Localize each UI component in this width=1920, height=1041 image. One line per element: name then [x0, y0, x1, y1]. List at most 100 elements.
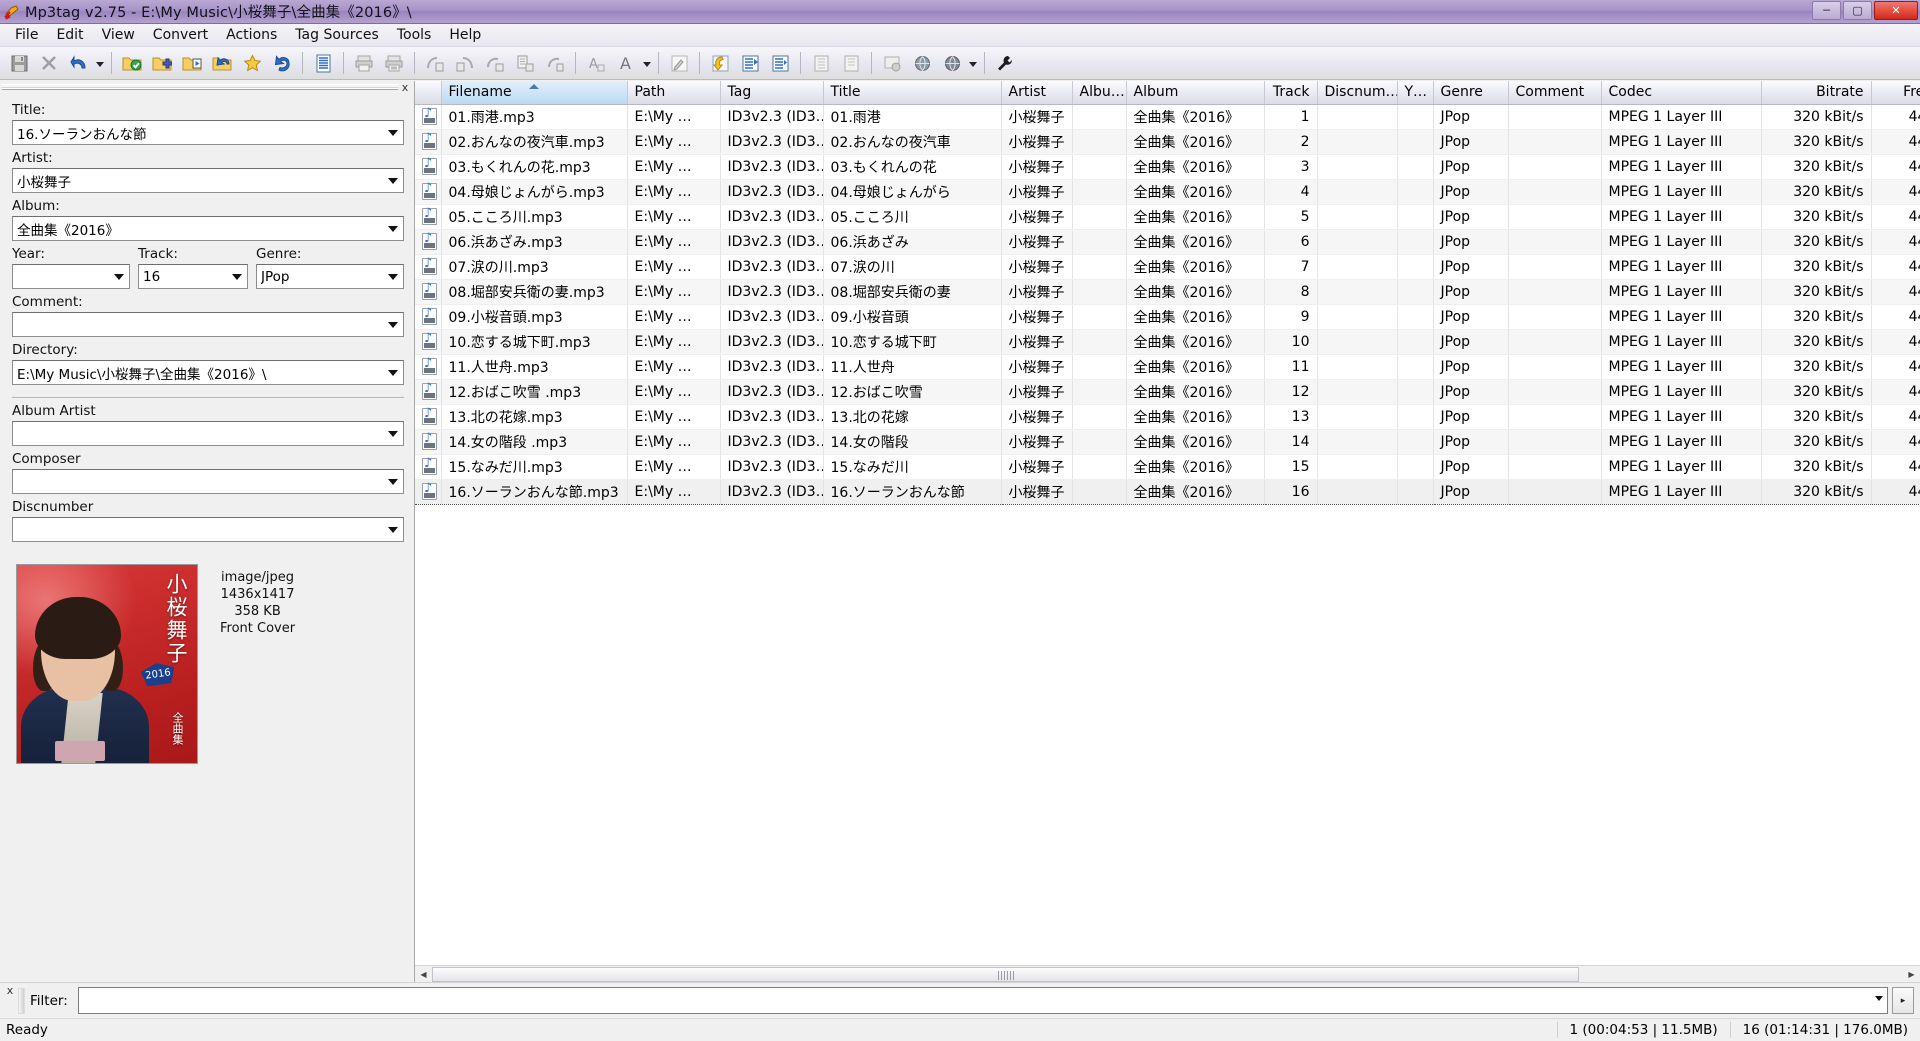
col-genre[interactable]: Genre — [1433, 81, 1509, 105]
composer-dropdown-icon[interactable] — [383, 472, 402, 491]
table-row[interactable]: 08.堀部安兵衛の妻.mp3E:\My …ID3v2.3 (ID3…08.堀部安… — [415, 279, 1920, 305]
filter-grip[interactable] — [18, 987, 25, 1014]
col-path[interactable]: Path — [627, 81, 721, 105]
panel-grip[interactable]: x — [0, 81, 414, 94]
auto-numbering-icon[interactable] — [807, 50, 835, 77]
directory-field[interactable] — [12, 360, 404, 385]
table-row[interactable]: 09.小桜音頭.mp3E:\My …ID3v2.3 (ID3…09.小桜音頭小桜… — [415, 304, 1920, 330]
col-filename[interactable]: Filename — [441, 81, 628, 105]
undo-icon[interactable] — [65, 50, 93, 77]
print-icon[interactable] — [350, 50, 378, 77]
album-artist-field[interactable] — [12, 421, 404, 446]
filter-close-icon[interactable]: x — [2, 984, 18, 997]
comment-dropdown-icon[interactable] — [383, 315, 402, 334]
scrollbar-track[interactable] — [432, 965, 1903, 983]
change-directory-icon[interactable] — [118, 50, 146, 77]
cover-art-image[interactable]: 小桜舞子 2016 全曲集 — [16, 564, 198, 764]
tag-to-tag-icon[interactable] — [541, 50, 569, 77]
menu-tag-sources[interactable]: Tag Sources — [286, 25, 388, 45]
table-row[interactable]: 01.雨港.mp3E:\My …ID3v2.3 (ID3…01.雨港小桜舞子 全曲… — [415, 104, 1920, 130]
horizontal-scrollbar[interactable]: ◀ ▶ — [415, 965, 1920, 983]
col-frequency[interactable]: Frequency — [1871, 81, 1920, 105]
scrollbar-thumb[interactable] — [432, 966, 1580, 982]
comment-field[interactable] — [12, 312, 404, 337]
table-row[interactable]: 15.なみだ川.mp3E:\My …ID3v2.3 (ID3…15.なみだ川小桜… — [415, 454, 1920, 480]
col-track[interactable]: Track — [1264, 81, 1318, 105]
tag-source-caret-icon[interactable] — [967, 50, 979, 77]
maximize-button[interactable]: ▢ — [1843, 1, 1872, 20]
playlist-icon[interactable] — [736, 50, 764, 77]
col-comment[interactable]: Comment — [1508, 81, 1602, 105]
table-row[interactable]: 14.女の階段 .mp3E:\My …ID3v2.3 (ID3…14.女の階段小… — [415, 429, 1920, 455]
table-row[interactable]: 07.涙の川.mp3E:\My …ID3v2.3 (ID3…07.涙の川小桜舞子… — [415, 254, 1920, 280]
table-row[interactable]: 05.こころ川.mp3E:\My …ID3v2.3 (ID3…05.こころ川小桜… — [415, 204, 1920, 230]
col-title[interactable]: Title — [823, 81, 1002, 105]
menu-convert[interactable]: Convert — [144, 25, 217, 45]
remove-tag-icon[interactable] — [35, 50, 63, 77]
quick-actions-icon[interactable] — [706, 50, 734, 77]
playlist-all-icon[interactable] — [766, 50, 794, 77]
title-field[interactable] — [12, 120, 404, 145]
menu-file[interactable]: File — [6, 25, 47, 45]
auto-numbering2-icon[interactable] — [837, 50, 865, 77]
actions-icon[interactable] — [665, 50, 693, 77]
table-row[interactable]: 10.恋する城下町.mp3E:\My …ID3v2.3 (ID3…10.恋する城… — [415, 329, 1920, 355]
menu-tools[interactable]: Tools — [388, 25, 441, 45]
menu-actions[interactable]: Actions — [217, 25, 286, 45]
filter-apply-button[interactable]: ▸ — [1892, 987, 1914, 1014]
col-codec[interactable]: Codec — [1601, 81, 1762, 105]
case-dropdown-icon[interactable] — [641, 50, 653, 77]
discogs-icon[interactable] — [878, 50, 906, 77]
favorites-icon[interactable] — [238, 50, 266, 77]
refresh-directory-icon[interactable] — [208, 50, 236, 77]
freedb-icon[interactable] — [908, 50, 936, 77]
table-row[interactable]: 16.ソーランおんな節.mp3E:\My …ID3v2.3 (ID3…16.ソー… — [415, 478, 1920, 505]
filter-toggle-icon[interactable] — [309, 50, 337, 77]
table-row[interactable]: 03.もくれんの花.mp3E:\My …ID3v2.3 (ID3…03.もくれん… — [415, 154, 1920, 180]
filter-input[interactable] — [77, 987, 1888, 1014]
album-artist-dropdown-icon[interactable] — [383, 424, 402, 443]
album-field[interactable] — [12, 216, 404, 241]
table-row[interactable]: 02.おんなの夜汽車.mp3E:\My …ID3v2.3 (ID3…02.おんな… — [415, 129, 1920, 155]
composer-field[interactable] — [12, 469, 404, 494]
album-dropdown-icon[interactable] — [383, 219, 402, 238]
tag-source-dropdown-icon[interactable] — [938, 50, 966, 77]
col-tag[interactable]: Tag — [720, 81, 824, 105]
filename-to-tag-icon[interactable] — [451, 50, 479, 77]
add-directory-icon[interactable] — [148, 50, 176, 77]
text-file-to-tag-icon[interactable] — [511, 50, 539, 77]
col-artist[interactable]: Artist — [1001, 81, 1073, 105]
case-conversion-icon[interactable]: A — [612, 50, 640, 77]
scroll-right-icon[interactable]: ▶ — [1903, 965, 1920, 983]
col-discnumber[interactable]: Discnum… — [1317, 81, 1398, 105]
title-dropdown-icon[interactable] — [383, 123, 402, 142]
col-year[interactable]: Y… — [1397, 81, 1434, 105]
options-icon[interactable] — [991, 50, 1019, 77]
discnumber-field[interactable] — [12, 517, 404, 542]
undo-dropdown-icon[interactable] — [94, 50, 106, 77]
col-albumartist[interactable]: Albu… — [1072, 81, 1127, 105]
directory-dropdown-icon[interactable] — [383, 363, 402, 382]
menu-help[interactable]: Help — [440, 25, 490, 45]
year-dropdown-icon[interactable] — [109, 267, 128, 286]
genre-field[interactable] — [256, 264, 404, 289]
print-cover-icon[interactable] — [380, 50, 408, 77]
track-dropdown-icon[interactable] — [227, 267, 246, 286]
filename-to-filename-icon[interactable] — [481, 50, 509, 77]
discnumber-dropdown-icon[interactable] — [383, 520, 402, 539]
close-button[interactable]: ✕ — [1874, 1, 1918, 20]
col-bitrate[interactable]: Bitrate — [1761, 81, 1872, 105]
save-icon[interactable] — [5, 50, 33, 77]
genre-dropdown-icon[interactable] — [383, 267, 402, 286]
filter-dropdown-icon[interactable] — [1875, 996, 1883, 1001]
scroll-left-icon[interactable]: ◀ — [415, 965, 432, 983]
artist-field[interactable] — [12, 168, 404, 193]
menu-edit[interactable]: Edit — [47, 25, 92, 45]
table-row[interactable]: 13.北の花嫁.mp3E:\My …ID3v2.3 (ID3…13.北の花嫁小桜… — [415, 404, 1920, 430]
minimize-button[interactable]: ─ — [1812, 1, 1841, 20]
panel-close-icon[interactable]: x — [398, 81, 412, 94]
artist-dropdown-icon[interactable] — [383, 171, 402, 190]
reload-icon[interactable] — [268, 50, 296, 77]
table-row[interactable]: 11.人世舟.mp3E:\My …ID3v2.3 (ID3…11.人世舟小桜舞子… — [415, 354, 1920, 380]
col-album[interactable]: Album — [1126, 81, 1265, 105]
